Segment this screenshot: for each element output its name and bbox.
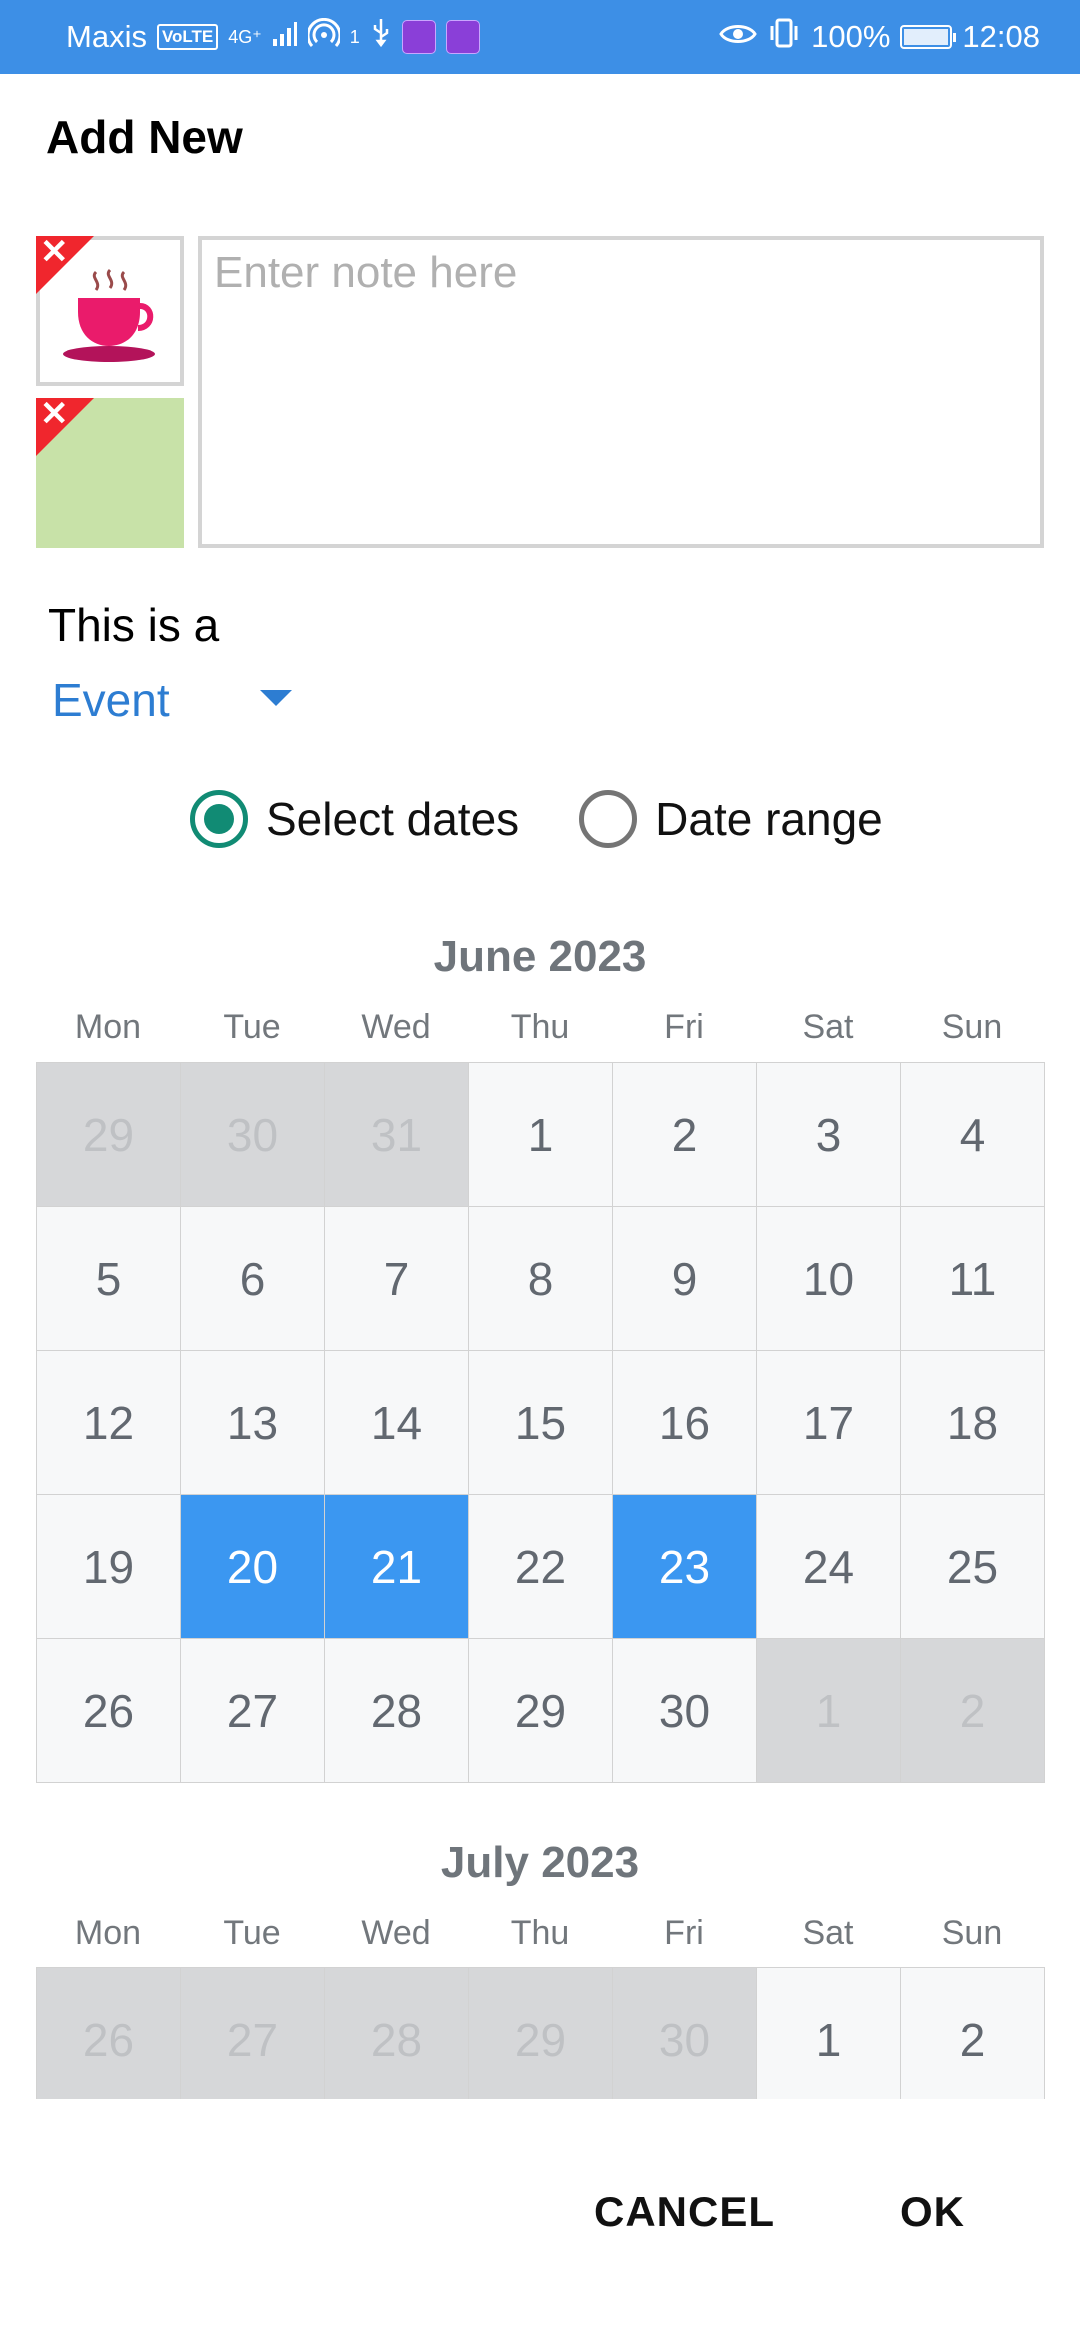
weekday-label: Mon bbox=[74, 1914, 142, 1952]
calendar-day-outside: 29 bbox=[37, 1063, 181, 1207]
type-dropdown-value: Event bbox=[52, 674, 170, 726]
hotspot-count: 1 bbox=[349, 27, 360, 47]
weekday-label: Sat bbox=[802, 1008, 854, 1046]
calendar-day[interactable]: 29 bbox=[469, 1639, 613, 1783]
weekday-label: Sat bbox=[802, 1914, 854, 1952]
type-dropdown[interactable]: Event bbox=[52, 670, 292, 730]
calendar-day[interactable]: 14 bbox=[325, 1351, 469, 1495]
calendar-day-outside: 29 bbox=[469, 1968, 613, 2099]
calendar-day[interactable]: 5 bbox=[37, 1207, 181, 1351]
calendar-day[interactable]: 1 bbox=[757, 1968, 901, 2099]
calendar-day-outside: 2 bbox=[901, 1639, 1045, 1783]
calendar-day-selected[interactable]: 20 bbox=[181, 1495, 325, 1639]
weekday-label: Fri bbox=[664, 1914, 704, 1952]
weekday-label: Sun bbox=[941, 1914, 1003, 1952]
calendar-day[interactable]: 1 bbox=[469, 1063, 613, 1207]
app-notification-icon bbox=[445, 20, 480, 54]
hotspot-icon bbox=[306, 17, 342, 56]
calendar-grid-june: 29 30 31 1 2 3 4 5 6 7 8 9 10 11 12 13 14 15 16 17 18 19 20 21 2… bbox=[36, 1062, 1045, 1783]
dialog-title: Add New bbox=[46, 111, 243, 163]
app-notification-icon bbox=[401, 20, 436, 54]
radio-label: Date range bbox=[655, 793, 883, 845]
weekday-label: Wed bbox=[361, 1914, 431, 1952]
calendar-day[interactable]: 15 bbox=[469, 1351, 613, 1495]
vibrate-icon bbox=[767, 17, 801, 57]
delete-x-icon[interactable]: ✕ bbox=[40, 232, 69, 272]
calendar-day[interactable]: 16 bbox=[613, 1351, 757, 1495]
date-mode-group: Select dates Date range bbox=[190, 790, 883, 848]
calendar-day[interactable]: 7 bbox=[325, 1207, 469, 1351]
clock: 12:08 bbox=[962, 19, 1040, 54]
attachment-thumbnail[interactable]: ✕ bbox=[36, 395, 184, 548]
battery-icon bbox=[900, 25, 957, 49]
calendar-day[interactable]: 30 bbox=[613, 1639, 757, 1783]
calendar-day[interactable]: 6 bbox=[181, 1207, 325, 1351]
calendar-day[interactable]: 19 bbox=[37, 1495, 181, 1639]
weekday-label: Wed bbox=[361, 1008, 431, 1046]
status-bar: Maxis VoLTE 4G⁺ 1 100% 12:08 bbox=[0, 0, 1080, 74]
signal-icon bbox=[272, 19, 298, 55]
calendar-day[interactable]: 3 bbox=[757, 1063, 901, 1207]
calendar-day[interactable]: 24 bbox=[757, 1495, 901, 1639]
radio-label: Select dates bbox=[266, 793, 520, 845]
weekday-label: Fri bbox=[664, 1008, 704, 1046]
calendar-day-outside: 27 bbox=[181, 1968, 325, 2099]
calendar-day[interactable]: 9 bbox=[613, 1207, 757, 1351]
calendar-day[interactable]: 2 bbox=[901, 1968, 1045, 2099]
calendar-day-selected[interactable]: 23 bbox=[613, 1495, 757, 1639]
battery-percent: 100% bbox=[811, 19, 891, 54]
weekday-label: Tue bbox=[223, 1008, 281, 1046]
network-type: 4G⁺ bbox=[228, 27, 262, 47]
dropdown-caret-icon bbox=[260, 690, 292, 706]
calendar-day[interactable]: 10 bbox=[757, 1207, 901, 1351]
weekday-label: Thu bbox=[510, 1008, 570, 1046]
calendar-day-outside: 1 bbox=[757, 1639, 901, 1783]
calendar-day-outside: 28 bbox=[325, 1968, 469, 2099]
calendar-day[interactable]: 22 bbox=[469, 1495, 613, 1639]
weekday-label: Thu bbox=[510, 1914, 570, 1952]
calendar-day-outside: 30 bbox=[613, 1968, 757, 2099]
ok-button[interactable]: OK bbox=[900, 2188, 965, 2236]
weekday-label: Sun bbox=[941, 1008, 1003, 1046]
calendar-day[interactable]: 8 bbox=[469, 1207, 613, 1351]
radio-select-dates[interactable]: Select dates bbox=[190, 790, 519, 848]
calendar-scroll-area[interactable]: 26 27 28 29 30 1 2 bbox=[36, 1967, 1046, 2099]
weekday-header: Mon Tue Wed Thu Fri Sat Sun bbox=[36, 1008, 1044, 1047]
calendar-day[interactable]: 11 bbox=[901, 1207, 1045, 1351]
calendar-grid-july: 26 27 28 29 30 1 2 bbox=[36, 1967, 1045, 2099]
month-title: June 2023 bbox=[433, 932, 647, 981]
calendar-day[interactable]: 17 bbox=[757, 1351, 901, 1495]
delete-x-icon[interactable]: ✕ bbox=[40, 394, 69, 434]
calendar-day-outside: 31 bbox=[325, 1063, 469, 1207]
month-title: July 2023 bbox=[440, 1838, 640, 1887]
weekday-label: Tue bbox=[223, 1914, 281, 1952]
type-label: This is a bbox=[48, 599, 220, 651]
calendar-day[interactable]: 2 bbox=[613, 1063, 757, 1207]
calendar-day[interactable]: 26 bbox=[37, 1639, 181, 1783]
volte-badge: VoLTE bbox=[156, 24, 219, 50]
cancel-button[interactable]: CANCEL bbox=[594, 2188, 775, 2236]
calendar-day[interactable]: 18 bbox=[901, 1351, 1045, 1495]
calendar-day[interactable]: 12 bbox=[37, 1351, 181, 1495]
radio-button-checked[interactable] bbox=[190, 790, 248, 848]
calendar-day[interactable]: 25 bbox=[901, 1495, 1045, 1639]
usb-icon bbox=[370, 17, 392, 57]
calendar-day[interactable]: 28 bbox=[325, 1639, 469, 1783]
note-input[interactable] bbox=[198, 236, 1044, 548]
calendar-day[interactable]: 27 bbox=[181, 1639, 325, 1783]
eye-icon bbox=[719, 19, 757, 55]
calendar-day[interactable]: 13 bbox=[181, 1351, 325, 1495]
calendar-day-outside: 26 bbox=[37, 1968, 181, 2099]
radio-button-unchecked[interactable] bbox=[579, 790, 638, 848]
carrier-name: Maxis bbox=[66, 19, 147, 54]
radio-date-range[interactable]: Date range bbox=[579, 790, 883, 848]
calendar-day[interactable]: 4 bbox=[901, 1063, 1045, 1207]
weekday-label: Mon bbox=[74, 1008, 142, 1046]
weekday-header: Mon Tue Wed Thu Fri Sat Sun bbox=[36, 1914, 1044, 1953]
attachment-thumbnail[interactable]: ✕ bbox=[36, 233, 184, 386]
calendar-day-outside: 30 bbox=[181, 1063, 325, 1207]
calendar-day-selected[interactable]: 21 bbox=[325, 1495, 469, 1639]
